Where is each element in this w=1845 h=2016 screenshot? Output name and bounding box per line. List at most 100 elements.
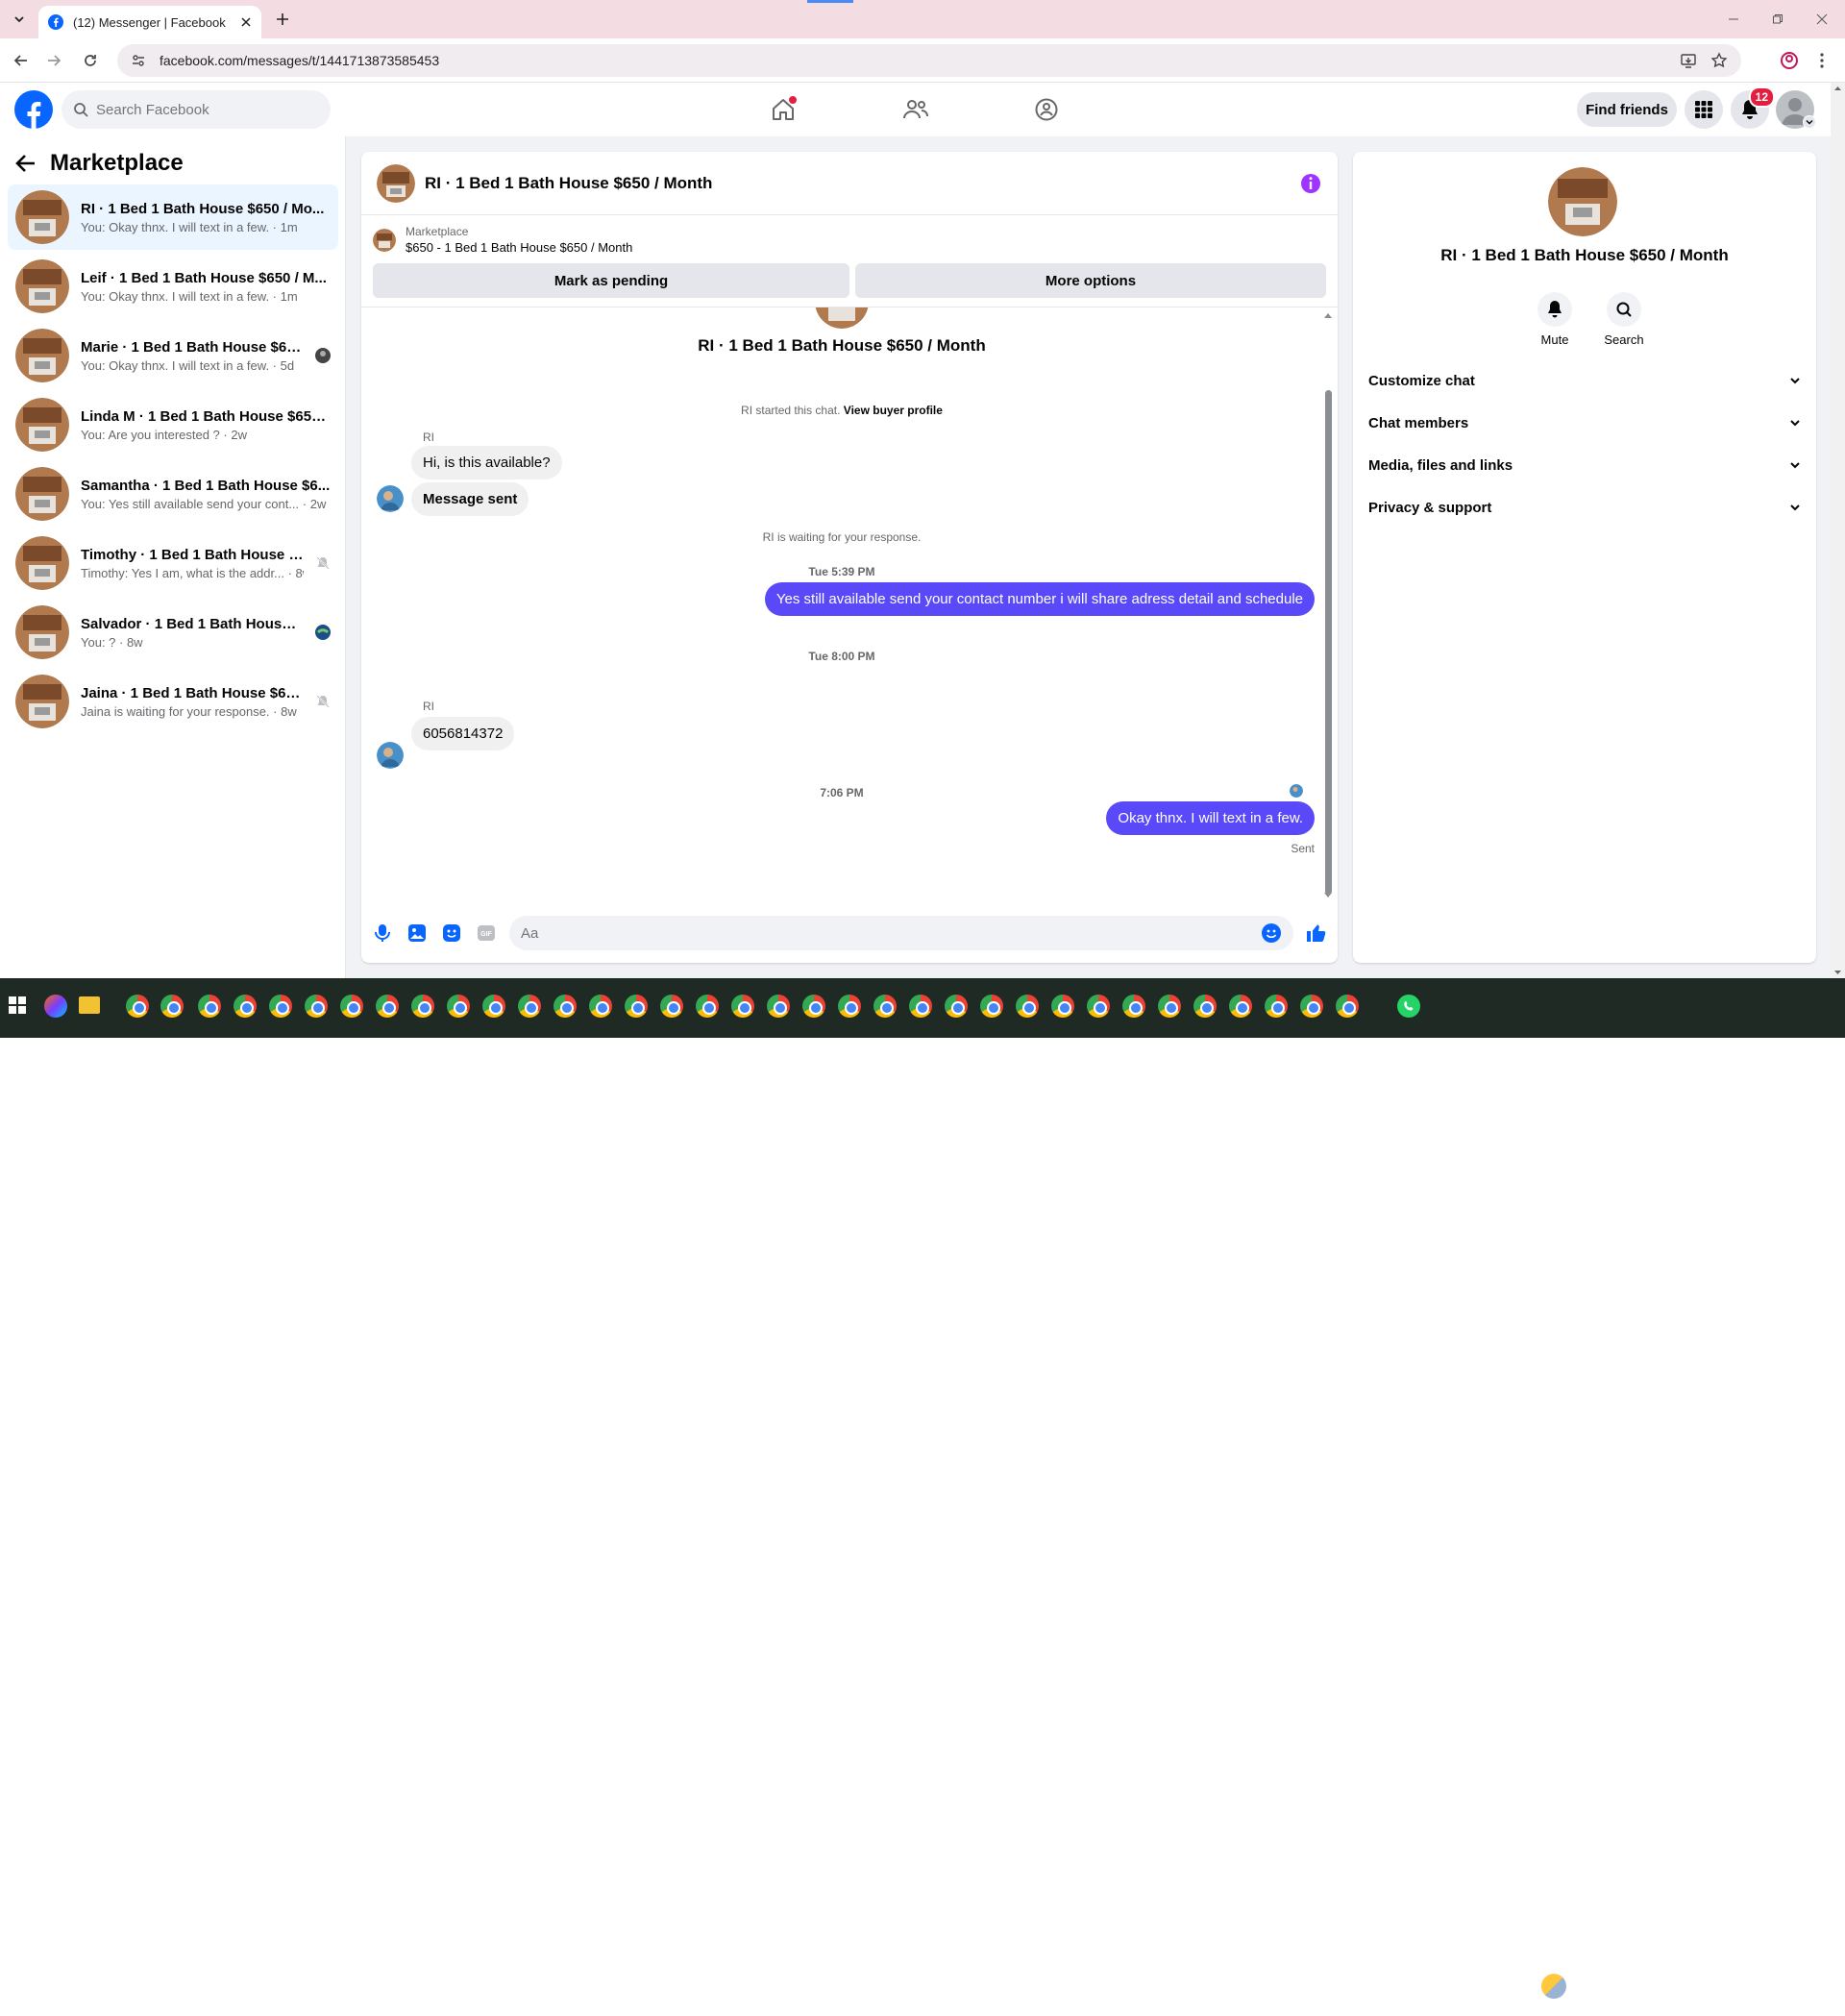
chevron-up-icon[interactable] — [1629, 1979, 1640, 1991]
browser-menu-button[interactable] — [1810, 49, 1833, 72]
facebook-search[interactable] — [62, 90, 331, 129]
chrome-icon[interactable] — [696, 995, 719, 1018]
sender-avatar[interactable] — [377, 742, 404, 769]
chat-title[interactable]: RI · 1 Bed 1 Bath House $650 / Month — [425, 174, 1290, 193]
notification-center-icon[interactable] — [1816, 1978, 1833, 1995]
outgoing-message[interactable]: Yes still available send your contact nu… — [764, 582, 1315, 616]
chrome-icon[interactable] — [1265, 995, 1288, 1018]
scrollbar-thumb[interactable] — [1325, 390, 1332, 895]
message-scrollbar[interactable] — [1322, 311, 1334, 899]
weather-icon[interactable] — [1541, 1974, 1566, 1999]
view-buyer-profile-link[interactable]: View buyer profile — [844, 404, 943, 417]
sender-avatar[interactable] — [377, 485, 404, 512]
chrome-icon[interactable] — [269, 995, 292, 1018]
chrome-icon[interactable] — [1087, 995, 1110, 1018]
facebook-logo[interactable] — [14, 90, 53, 129]
bookmark-star-icon[interactable] — [1710, 52, 1728, 69]
copilot-icon[interactable] — [44, 995, 67, 1018]
info-section-row[interactable]: Chat members — [1368, 402, 1801, 444]
chrome-icon[interactable] — [980, 995, 1003, 1018]
chrome-icon[interactable] — [731, 995, 754, 1018]
close-icon[interactable] — [240, 16, 252, 28]
conversation-item[interactable]: Marie · 1 Bed 1 Bath House $650... You: O… — [8, 323, 338, 388]
gif-icon[interactable]: GIF — [475, 922, 498, 945]
window-close-button[interactable] — [1808, 8, 1835, 31]
chrome-icon[interactable] — [554, 995, 577, 1018]
chrome-icon[interactable] — [909, 995, 932, 1018]
start-button[interactable] — [9, 996, 26, 1014]
chrome-icon[interactable] — [376, 995, 399, 1018]
emoji-icon[interactable] — [1261, 922, 1282, 944]
conversation-item[interactable]: Samantha · 1 Bed 1 Bath House $6... You: … — [8, 461, 338, 527]
search-action[interactable]: Search — [1595, 292, 1653, 347]
chrome-icon[interactable] — [625, 995, 648, 1018]
volume-icon[interactable] — [1685, 1993, 1701, 2006]
minimize-button[interactable] — [1720, 8, 1747, 31]
chrome-icon[interactable] — [1229, 995, 1252, 1018]
chrome-icon[interactable] — [767, 995, 790, 1018]
back-button[interactable] — [10, 49, 33, 72]
conversation-item[interactable]: Salvador · 1 Bed 1 Bath House $... You: ?… — [8, 600, 338, 665]
conversation-item[interactable]: Timothy · 1 Bed 1 Bath House $6... Timoth… — [8, 530, 338, 596]
info-section-row[interactable]: Media, files and links — [1368, 444, 1801, 486]
chrome-icon[interactable] — [518, 995, 541, 1018]
chrome-icon[interactable] — [945, 995, 968, 1018]
page-scrollbar[interactable] — [1831, 83, 1845, 978]
conversation-item[interactable]: Leif · 1 Bed 1 Bath House $650 / M... You… — [8, 254, 338, 319]
chrome-icon[interactable] — [198, 995, 221, 1018]
account-chevron[interactable] — [1803, 115, 1816, 129]
mute-action[interactable]: Mute — [1526, 292, 1584, 347]
chrome-icon[interactable] — [305, 995, 328, 1018]
notifications-button[interactable]: 12 — [1731, 86, 1775, 129]
outgoing-message[interactable]: Okay thnx. I will text in a few. — [1106, 801, 1315, 835]
chrome-icon[interactable] — [873, 995, 897, 1018]
info-section-row[interactable]: Privacy & support — [1368, 486, 1801, 529]
chrome-icon[interactable] — [1158, 995, 1181, 1018]
chrome-icon[interactable] — [126, 995, 149, 1018]
find-friends-button[interactable]: Find friends — [1577, 92, 1677, 127]
more-options-button[interactable]: More options — [855, 263, 1326, 298]
wifi-icon[interactable] — [1709, 1968, 1724, 1981]
thumbs-up-icon[interactable] — [1305, 922, 1328, 945]
browser-tab[interactable]: (12) Messenger | Facebook — [38, 6, 261, 38]
app-icon[interactable] — [160, 995, 184, 1018]
install-app-icon[interactable] — [1680, 52, 1697, 69]
message-input-wrapper[interactable] — [509, 916, 1293, 950]
profile-icon[interactable] — [1778, 49, 1801, 72]
search-input[interactable] — [96, 101, 319, 118]
address-bar[interactable]: facebook.com/messages/t/1441713873585453 — [117, 44, 1741, 77]
chrome-icon[interactable] — [802, 995, 825, 1018]
mark-as-pending-button[interactable]: Mark as pending — [373, 263, 849, 298]
chrome-icon[interactable] — [411, 995, 434, 1018]
nav-friends[interactable] — [897, 90, 935, 129]
tab-search-button[interactable] — [8, 8, 31, 31]
menu-button[interactable] — [1685, 90, 1723, 129]
message-input[interactable] — [521, 924, 1261, 942]
incoming-message[interactable]: 6056814372 — [411, 717, 515, 750]
conversation-item[interactable]: Linda M · 1 Bed 1 Bath House $650... You:… — [8, 392, 338, 457]
conversation-item[interactable]: RI · 1 Bed 1 Bath House $650 / Mo... You:… — [8, 184, 338, 250]
new-tab-button[interactable] — [271, 8, 294, 31]
file-explorer-icon[interactable] — [79, 996, 100, 1014]
chrome-icon[interactable] — [1051, 995, 1074, 1018]
chrome-icon[interactable] — [447, 995, 470, 1018]
nav-home[interactable] — [764, 90, 802, 129]
chrome-icon[interactable] — [1336, 995, 1359, 1018]
chat-thumbnail[interactable] — [377, 163, 415, 203]
clock[interactable]: 7:06 PM Wednesday 10/1/2025 — [1741, 1960, 1803, 2012]
temperature[interactable]: 36°C — [1587, 1979, 1614, 1994]
incoming-message[interactable]: Message sent — [411, 482, 529, 516]
restore-button[interactable] — [1764, 8, 1791, 31]
chrome-icon[interactable] — [1300, 995, 1323, 1018]
forward-button[interactable] — [42, 49, 65, 72]
microphone-icon[interactable] — [371, 922, 394, 945]
listing-summary[interactable]: Marketplace $650 - 1 Bed 1 Bath House $6… — [373, 225, 632, 255]
conversation-item[interactable]: Jaina · 1 Bed 1 Bath House $650 ... Jaina… — [8, 669, 338, 734]
chrome-icon[interactable] — [1016, 995, 1039, 1018]
chrome-icon[interactable] — [1193, 995, 1217, 1018]
chrome-icon[interactable] — [838, 995, 861, 1018]
info-section-row[interactable]: Customize chat — [1368, 359, 1801, 402]
chrome-icon[interactable] — [1122, 995, 1145, 1018]
chrome-icon[interactable] — [234, 995, 257, 1018]
chrome-icon[interactable] — [589, 995, 612, 1018]
